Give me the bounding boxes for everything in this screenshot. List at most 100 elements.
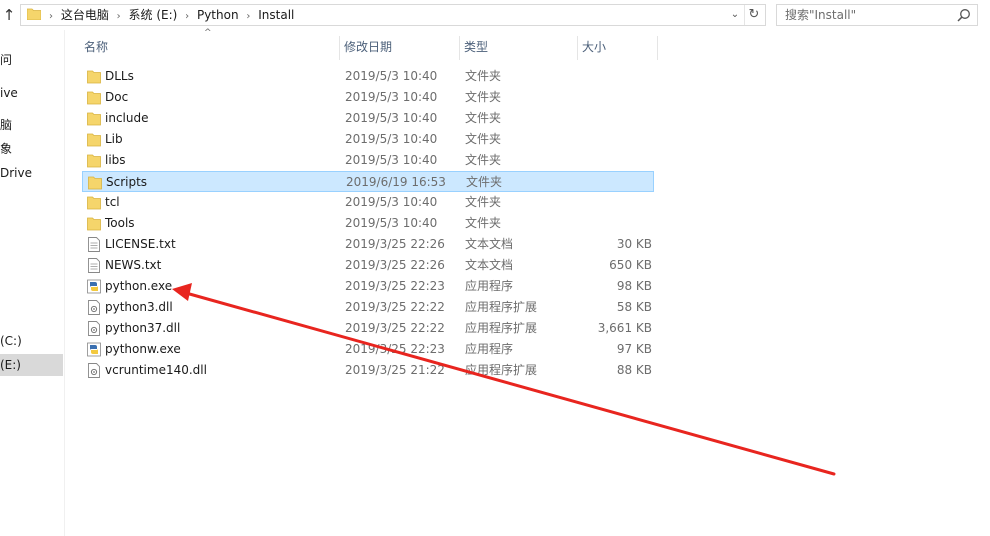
- dll-file-icon: [88, 300, 100, 315]
- file-type: 应用程序扩展: [465, 300, 538, 314]
- file-row[interactable]: Lib 2019/5/3 10:40 文件夹: [82, 129, 654, 150]
- address-bar[interactable]: › 这台电脑 › 系统 (E:) › Python › Install ⌄ ↻: [20, 4, 766, 26]
- column-headers: ^ 名称 修改日期 类型 大小: [66, 28, 666, 60]
- folder-icon: [87, 112, 101, 126]
- text-file-icon: [88, 258, 100, 273]
- file-row[interactable]: DLLs 2019/5/3 10:40 文件夹: [82, 66, 654, 87]
- breadcrumb-this-pc[interactable]: 这台电脑: [61, 5, 109, 25]
- file-type: 应用程序: [465, 279, 514, 293]
- file-name: vcruntime140.dll: [105, 363, 207, 377]
- file-row[interactable]: python3.dll 2019/3/25 22:22 应用程序扩展 58 KB: [82, 297, 654, 318]
- dll-file-icon: [88, 363, 100, 378]
- search-box[interactable]: 搜索"Install": [776, 4, 978, 26]
- dll-file-icon: [88, 321, 100, 336]
- folder-icon: [87, 217, 101, 231]
- column-header-type[interactable]: 类型: [460, 36, 578, 60]
- file-row[interactable]: vcruntime140.dll 2019/3/25 21:22 应用程序扩展 88 …: [82, 360, 654, 381]
- file-row[interactable]: pythonw.exe 2019/3/25 22:23 应用程序 97 KB: [82, 339, 654, 360]
- file-row[interactable]: Tools 2019/5/3 10:40 文件夹: [82, 213, 654, 234]
- nav-item-drive-c[interactable]: (C:): [0, 330, 63, 352]
- file-size: 650 KB: [609, 258, 652, 272]
- folder-icon: [87, 91, 101, 105]
- folder-icon: [87, 154, 101, 168]
- file-type: 文件夹: [465, 111, 502, 125]
- nav-item[interactable]: 问: [0, 49, 63, 71]
- folder-icon: [87, 70, 101, 84]
- folder-icon: [88, 176, 102, 190]
- breadcrumb: › 这台电脑 › 系统 (E:) › Python › Install: [49, 5, 298, 25]
- breadcrumb-drive-e[interactable]: 系统 (E:): [129, 5, 178, 25]
- file-row[interactable]: Scripts 2019/6/19 16:53 文件夹: [82, 171, 654, 192]
- file-type: 文件夹: [465, 90, 502, 104]
- nav-item-onedrive[interactable]: Drive: [0, 162, 63, 184]
- file-name: NEWS.txt: [105, 258, 162, 272]
- file-date: 2019/3/25 22:26: [345, 258, 445, 272]
- nav-item[interactable]: 脑: [0, 114, 63, 136]
- refresh-icon[interactable]: ↻: [744, 5, 763, 25]
- text-file-icon: [88, 237, 100, 252]
- file-date: 2019/5/3 10:40: [345, 90, 438, 104]
- file-name: DLLs: [105, 69, 134, 83]
- file-date: 2019/5/3 10:40: [345, 111, 438, 125]
- address-toolbar: ↑ › 这台电脑 › 系统 (E:) › Python › Install ⌄ …: [0, 0, 990, 30]
- file-type: 应用程序扩展: [465, 321, 538, 335]
- breadcrumb-install[interactable]: Install: [258, 5, 294, 25]
- file-type: 应用程序: [465, 342, 514, 356]
- folder-icon: [87, 196, 101, 210]
- file-size: 88 KB: [616, 363, 652, 377]
- file-type: 文件夹: [465, 69, 502, 83]
- file-name: python37.dll: [105, 321, 181, 335]
- search-icon[interactable]: [957, 8, 971, 22]
- nav-item[interactable]: 象: [0, 138, 63, 160]
- file-row[interactable]: python37.dll 2019/3/25 22:22 应用程序扩展 3,661 K…: [82, 318, 654, 339]
- file-type: 文件夹: [466, 175, 503, 189]
- file-size: 98 KB: [616, 279, 652, 293]
- file-row[interactable]: Doc 2019/5/3 10:40 文件夹: [82, 87, 654, 108]
- python-exe-icon: [87, 279, 101, 294]
- file-type: 应用程序扩展: [465, 363, 538, 377]
- chevron-down-icon[interactable]: ⌄: [727, 5, 743, 25]
- file-date: 2019/5/3 10:40: [345, 69, 438, 83]
- file-type: 文本文档: [465, 237, 514, 251]
- file-row[interactable]: tcl 2019/5/3 10:40 文件夹: [82, 192, 654, 213]
- breadcrumb-python[interactable]: Python: [197, 5, 239, 25]
- file-row[interactable]: libs 2019/5/3 10:40 文件夹: [82, 150, 654, 171]
- column-header-size[interactable]: 大小: [578, 36, 658, 60]
- file-size: 3,661 KB: [597, 321, 652, 335]
- file-name: tcl: [105, 195, 120, 209]
- file-date: 2019/5/3 10:40: [345, 216, 438, 230]
- file-name: python.exe: [105, 279, 173, 293]
- file-row[interactable]: LICENSE.txt 2019/3/25 22:26 文本文档 30 KB: [82, 234, 654, 255]
- nav-item[interactable]: ive: [0, 82, 63, 104]
- file-row[interactable]: NEWS.txt 2019/3/25 22:26 文本文档 650 KB: [82, 255, 654, 276]
- file-name: Tools: [105, 216, 135, 230]
- chevron-right-icon: ›: [49, 11, 53, 22]
- navigation-pane: 问 ive 脑 象 Drive (C:) (E:): [0, 30, 65, 536]
- file-date: 2019/5/3 10:40: [345, 153, 438, 167]
- file-date: 2019/3/25 22:22: [345, 321, 445, 335]
- up-arrow-icon[interactable]: ↑: [0, 4, 18, 26]
- file-size: 97 KB: [616, 342, 652, 356]
- file-name: pythonw.exe: [105, 342, 181, 356]
- column-header-name[interactable]: 名称: [80, 36, 340, 60]
- column-header-date[interactable]: 修改日期: [340, 36, 460, 60]
- search-placeholder: 搜索"Install": [785, 8, 857, 22]
- file-name: include: [105, 111, 149, 125]
- folder-icon: [27, 8, 41, 20]
- file-type: 文本文档: [465, 258, 514, 272]
- folder-icon: [87, 133, 101, 147]
- file-type: 文件夹: [465, 153, 502, 167]
- file-date: 2019/3/25 22:22: [345, 300, 445, 314]
- file-name: python3.dll: [105, 300, 173, 314]
- file-row[interactable]: include 2019/5/3 10:40 文件夹: [82, 108, 654, 129]
- nav-item-drive-e[interactable]: (E:): [0, 354, 63, 376]
- file-name: Lib: [105, 132, 123, 146]
- file-date: 2019/6/19 16:53: [346, 175, 446, 189]
- file-date: 2019/5/3 10:40: [345, 195, 438, 209]
- file-row[interactable]: python.exe 2019/3/25 22:23 应用程序 98 KB: [82, 276, 654, 297]
- file-name: LICENSE.txt: [105, 237, 176, 251]
- python-exe-icon: [87, 342, 101, 357]
- file-date: 2019/3/25 22:26: [345, 237, 445, 251]
- file-date: 2019/3/25 21:22: [345, 363, 445, 377]
- file-date: 2019/3/25 22:23: [345, 279, 445, 293]
